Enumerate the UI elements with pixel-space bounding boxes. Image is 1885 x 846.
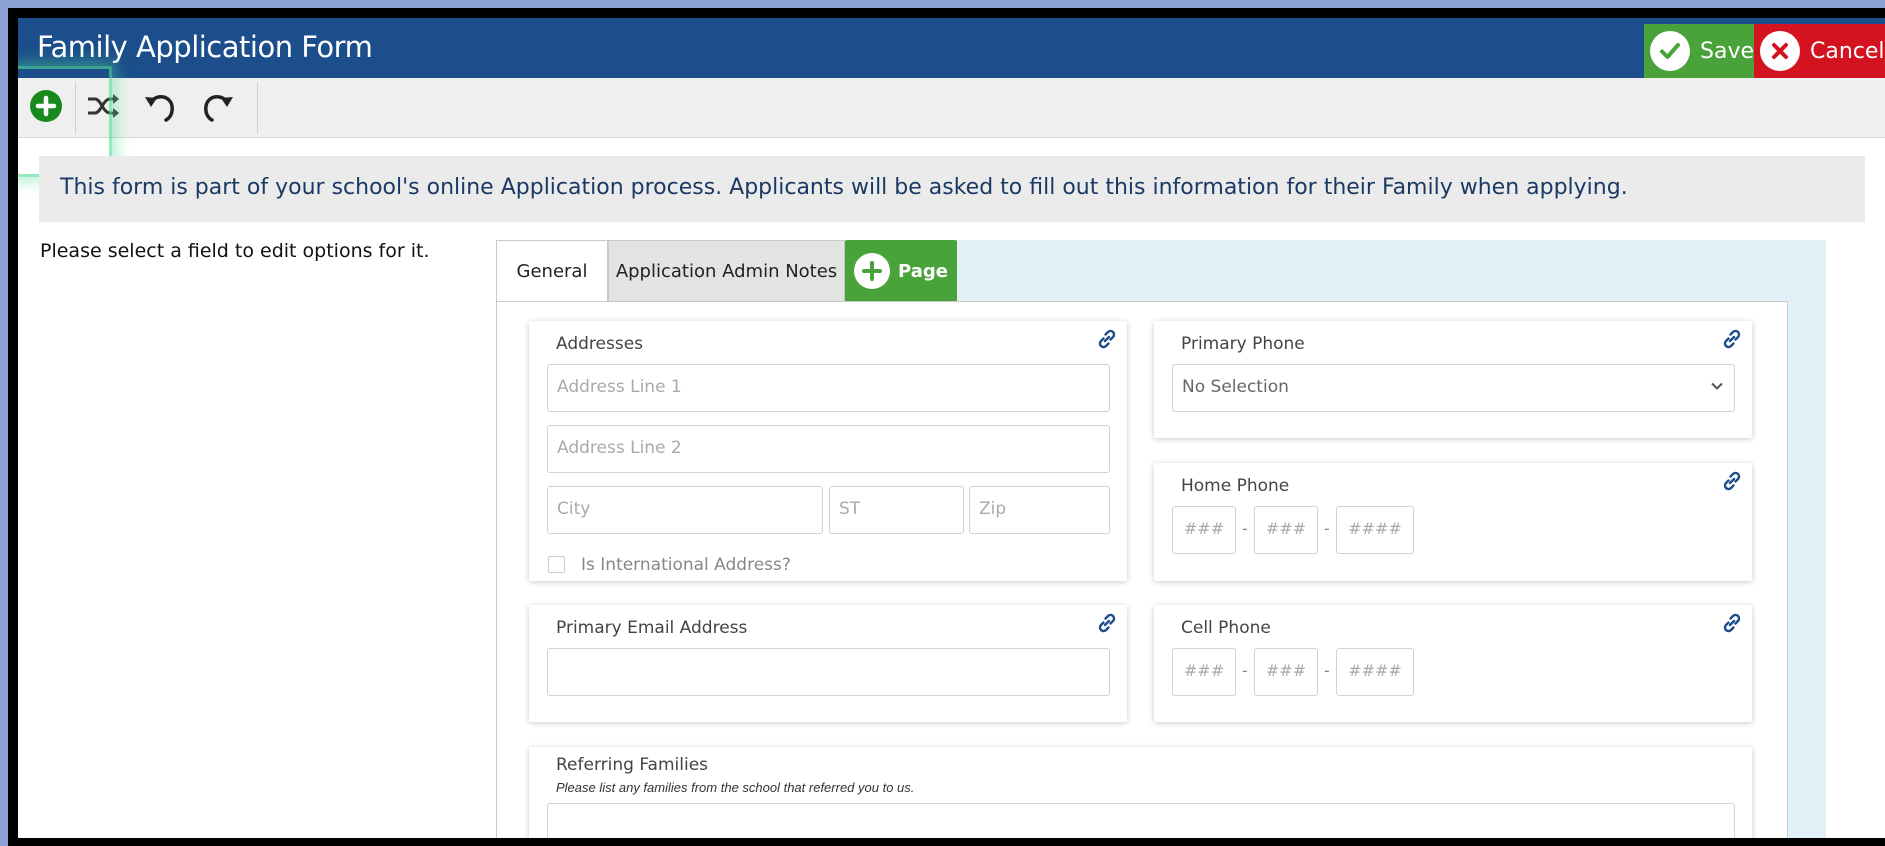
info-banner: This form is part of your school's onlin… [39,156,1865,222]
home-phone-line-input[interactable]: #### [1336,506,1414,554]
tab-application-admin-notes[interactable]: Application Admin Notes [608,240,845,302]
state-input[interactable]: ST [829,486,964,534]
add-icon [29,89,63,128]
add-page-button[interactable]: Page [845,240,957,302]
primary-phone-select[interactable]: No Selection [1172,364,1735,412]
cell-phone-label: Cell Phone [1181,618,1271,638]
cell-phone-area-input[interactable]: ### [1172,648,1236,696]
cancel-button[interactable]: Cancel [1754,24,1885,78]
select-field-hint: Please select a field to edit options fo… [40,240,430,262]
link-icon[interactable] [1720,469,1744,498]
save-button[interactable]: Save [1644,24,1754,78]
add-icon [854,253,891,289]
title-bar: Family Application Form Save Cancel [18,18,1885,78]
home-phone-card[interactable]: Home Phone ### - ### - #### [1154,463,1752,581]
cell-phone-line-input[interactable]: #### [1336,648,1414,696]
home-phone-label: Home Phone [1181,476,1290,496]
page-canvas: Addresses Address Line 1 Address Line 2 … [496,301,1788,838]
add-page-label: Page [898,260,948,282]
page-tabs: General Application Admin Notes Page [496,240,957,302]
referring-families-textarea[interactable] [547,803,1735,838]
referring-families-help: Please list any families from the school… [556,780,915,795]
referring-families-label: Referring Families [556,755,709,775]
checkmark-icon [1650,31,1690,71]
primary-email-input[interactable] [547,648,1110,696]
dash-separator: - [1242,661,1248,680]
dash-separator: - [1242,519,1248,538]
tab-general[interactable]: General [496,240,608,302]
link-icon[interactable] [1720,327,1744,356]
dash-separator: - [1324,661,1330,680]
shuffle-button[interactable] [76,78,132,138]
international-label: Is International Address? [581,555,791,575]
undo-icon [142,88,178,129]
home-phone-area-input[interactable]: ### [1172,506,1236,554]
cancel-button-label: Cancel [1810,38,1885,64]
addresses-card[interactable]: Addresses Address Line 1 Address Line 2 … [529,321,1127,581]
referring-families-card[interactable]: Referring Families Please list any famil… [529,747,1752,838]
addresses-label: Addresses [556,334,644,354]
city-input[interactable]: City [547,486,823,534]
link-icon[interactable] [1095,327,1119,356]
form-panel: General Application Admin Notes Page Add… [496,240,1826,838]
primary-phone-selected: No Selection [1182,377,1289,397]
home-phone-prefix-input[interactable]: ### [1254,506,1318,554]
primary-email-card[interactable]: Primary Email Address [529,605,1127,722]
primary-phone-card[interactable]: Primary Phone No Selection [1154,321,1752,438]
primary-email-label: Primary Email Address [556,618,748,638]
shuffle-icon [86,91,122,126]
redo-icon [200,88,236,129]
link-icon[interactable] [1720,611,1744,640]
address-line2-input[interactable]: Address Line 2 [547,425,1110,473]
dash-separator: - [1324,519,1330,538]
undo-button[interactable] [132,78,188,138]
address-line1-input[interactable]: Address Line 1 [547,364,1110,412]
add-field-button[interactable] [18,78,74,138]
save-button-label: Save [1700,38,1755,64]
cell-phone-card[interactable]: Cell Phone ### - ### - #### [1154,605,1752,722]
app-window: Family Application Form Save Cancel This… [18,18,1885,838]
zip-input[interactable]: Zip [969,486,1110,534]
international-checkbox[interactable] [548,556,565,573]
link-icon[interactable] [1095,611,1119,640]
close-icon [1760,31,1800,71]
redo-button[interactable] [190,78,246,138]
primary-phone-label: Primary Phone [1181,334,1305,354]
cell-phone-prefix-input[interactable]: ### [1254,648,1318,696]
chevron-down-icon [1710,378,1724,398]
toolbar-divider [257,82,258,134]
toolbar [18,78,1885,138]
page-title: Family Application Form [37,30,373,64]
